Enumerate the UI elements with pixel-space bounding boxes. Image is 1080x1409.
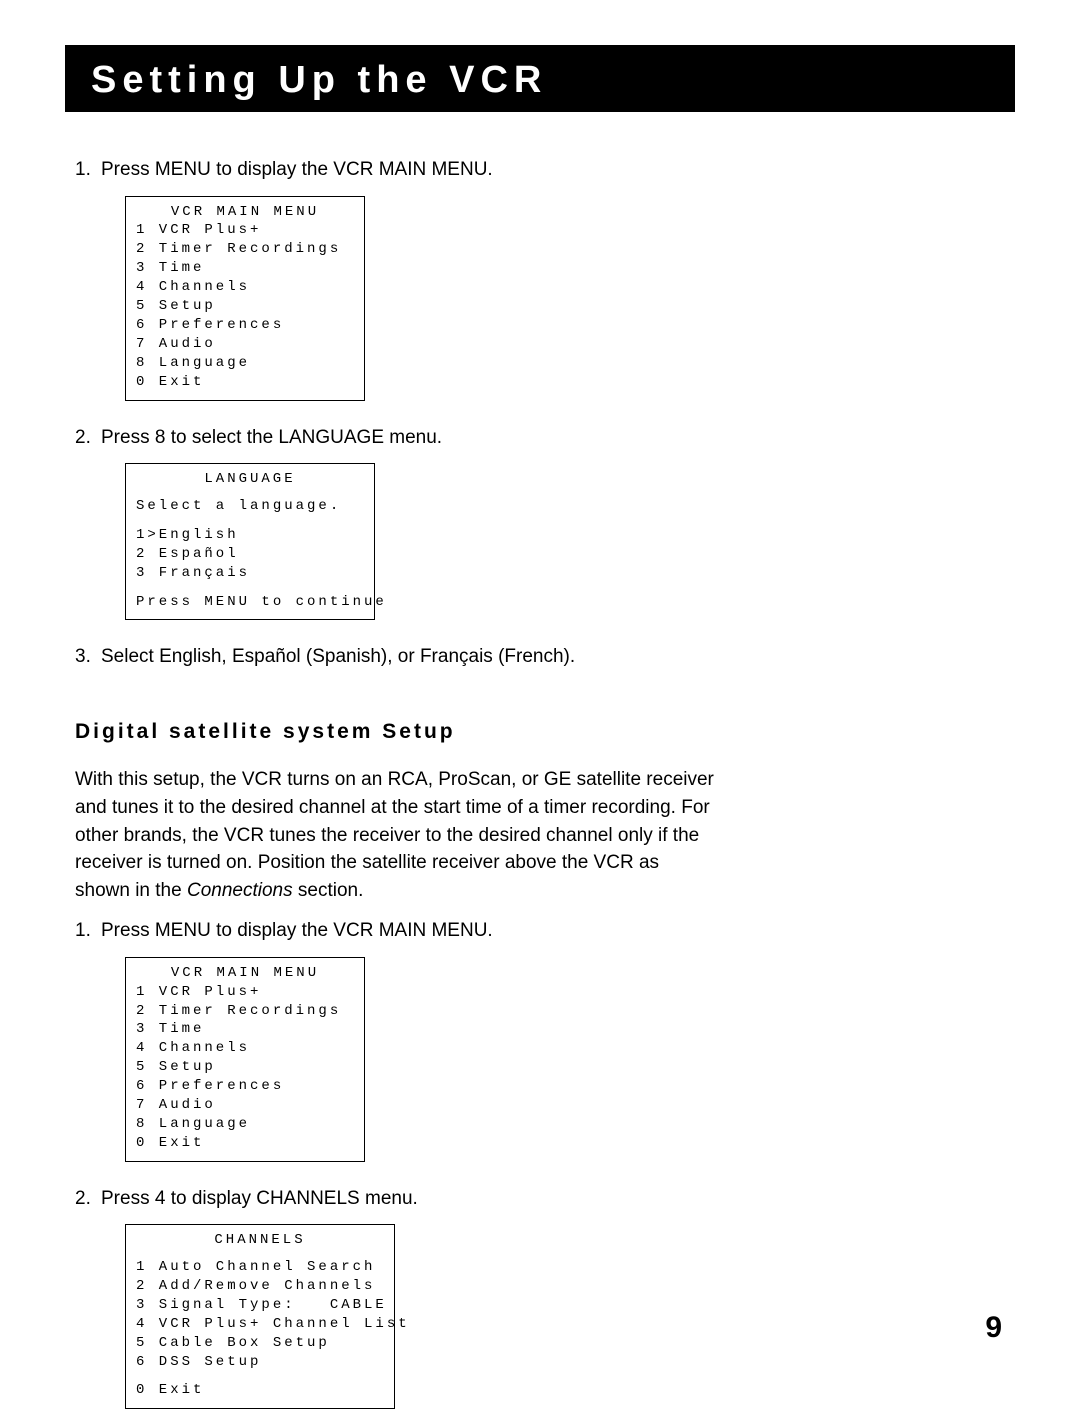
menu-item: 3 Signal Type: CABLE	[136, 1296, 384, 1315]
menu-item: 4 VCR Plus+ Channel List	[136, 1315, 384, 1334]
menu-item: 3 Time	[136, 1020, 354, 1039]
step-text: Press 8 to select the LANGUAGE menu.	[101, 425, 442, 452]
content-column: 1. Press MENU to display the VCR MAIN ME…	[65, 112, 715, 1409]
menu-item: 0 Exit	[136, 373, 354, 392]
menu-item: 1 VCR Plus+	[136, 983, 354, 1002]
menu-item: 1 VCR Plus+	[136, 221, 354, 240]
page-title: Setting Up the VCR	[65, 45, 1015, 112]
language-menu-box: LANGUAGE Select a language. 1>English 2 …	[125, 463, 375, 620]
menu-title: VCR MAIN MENU	[136, 964, 354, 983]
step-text: Select English, Español (Spanish), or Fr…	[101, 644, 575, 671]
menu-item: 3 Time	[136, 259, 354, 278]
dss-paragraph: With this setup, the VCR turns on an RCA…	[75, 766, 715, 904]
step-text: Press MENU to display the VCR MAIN MENU.	[101, 157, 493, 184]
step-number: 2.	[75, 425, 101, 452]
section-heading-dss: Digital satellite system Setup	[75, 717, 715, 746]
step-number: 3.	[75, 644, 101, 671]
step-1: 1. Press MENU to display the VCR MAIN ME…	[75, 157, 715, 184]
menu-item: 1>English	[136, 526, 364, 545]
channels-menu-box: CHANNELS 1 Auto Channel Search 2 Add/Rem…	[125, 1224, 395, 1409]
para-text: section.	[293, 880, 364, 901]
menu-item: 4 Channels	[136, 278, 354, 297]
menu-title: CHANNELS	[136, 1231, 384, 1250]
para-italic: Connections	[187, 880, 293, 901]
step-dss-1: 1. Press MENU to display the VCR MAIN ME…	[75, 918, 715, 945]
menu-item: 5 Setup	[136, 297, 354, 316]
menu-item: 2 Timer Recordings	[136, 1002, 354, 1021]
menu-item: 2 Timer Recordings	[136, 240, 354, 259]
menu-item: 3 Français	[136, 564, 364, 583]
step-number: 2.	[75, 1186, 101, 1213]
menu-item: 2 Español	[136, 545, 364, 564]
menu-item: 6 Preferences	[136, 316, 354, 335]
menu-item: 0 Exit	[136, 1381, 384, 1400]
vcr-main-menu-box-2: VCR MAIN MENU 1 VCR Plus+ 2 Timer Record…	[125, 957, 365, 1162]
menu-title: LANGUAGE	[136, 470, 364, 489]
step-dss-2: 2. Press 4 to display CHANNELS menu.	[75, 1186, 715, 1213]
menu-item: 4 Channels	[136, 1039, 354, 1058]
step-text: Press 4 to display CHANNELS menu.	[101, 1186, 418, 1213]
step-number: 1.	[75, 918, 101, 945]
menu-item: 7 Audio	[136, 1096, 354, 1115]
step-3: 3. Select English, Español (Spanish), or…	[75, 644, 715, 671]
menu-item: 8 Language	[136, 354, 354, 373]
menu-item: 5 Cable Box Setup	[136, 1334, 384, 1353]
menu-item: 6 DSS Setup	[136, 1353, 384, 1372]
menu-item: 0 Exit	[136, 1134, 354, 1153]
step-text: Press MENU to display the VCR MAIN MENU.	[101, 918, 493, 945]
vcr-main-menu-box-1: VCR MAIN MENU 1 VCR Plus+ 2 Timer Record…	[125, 196, 365, 401]
menu-item: 5 Setup	[136, 1058, 354, 1077]
menu-item: 7 Audio	[136, 335, 354, 354]
step-number: 1.	[75, 157, 101, 184]
menu-item: 8 Language	[136, 1115, 354, 1134]
menu-item: 1 Auto Channel Search	[136, 1258, 384, 1277]
para-text: With this setup, the VCR turns on an RCA…	[75, 769, 714, 900]
menu-title: VCR MAIN MENU	[136, 203, 354, 222]
page-number: 9	[985, 1311, 1002, 1345]
page: Setting Up the VCR 1. Press MENU to disp…	[0, 0, 1080, 1397]
menu-item: 2 Add/Remove Channels	[136, 1277, 384, 1296]
menu-subtitle: Select a language.	[136, 497, 364, 516]
step-2: 2. Press 8 to select the LANGUAGE menu.	[75, 425, 715, 452]
menu-item: 6 Preferences	[136, 1077, 354, 1096]
menu-footer: Press MENU to continue	[136, 593, 364, 612]
